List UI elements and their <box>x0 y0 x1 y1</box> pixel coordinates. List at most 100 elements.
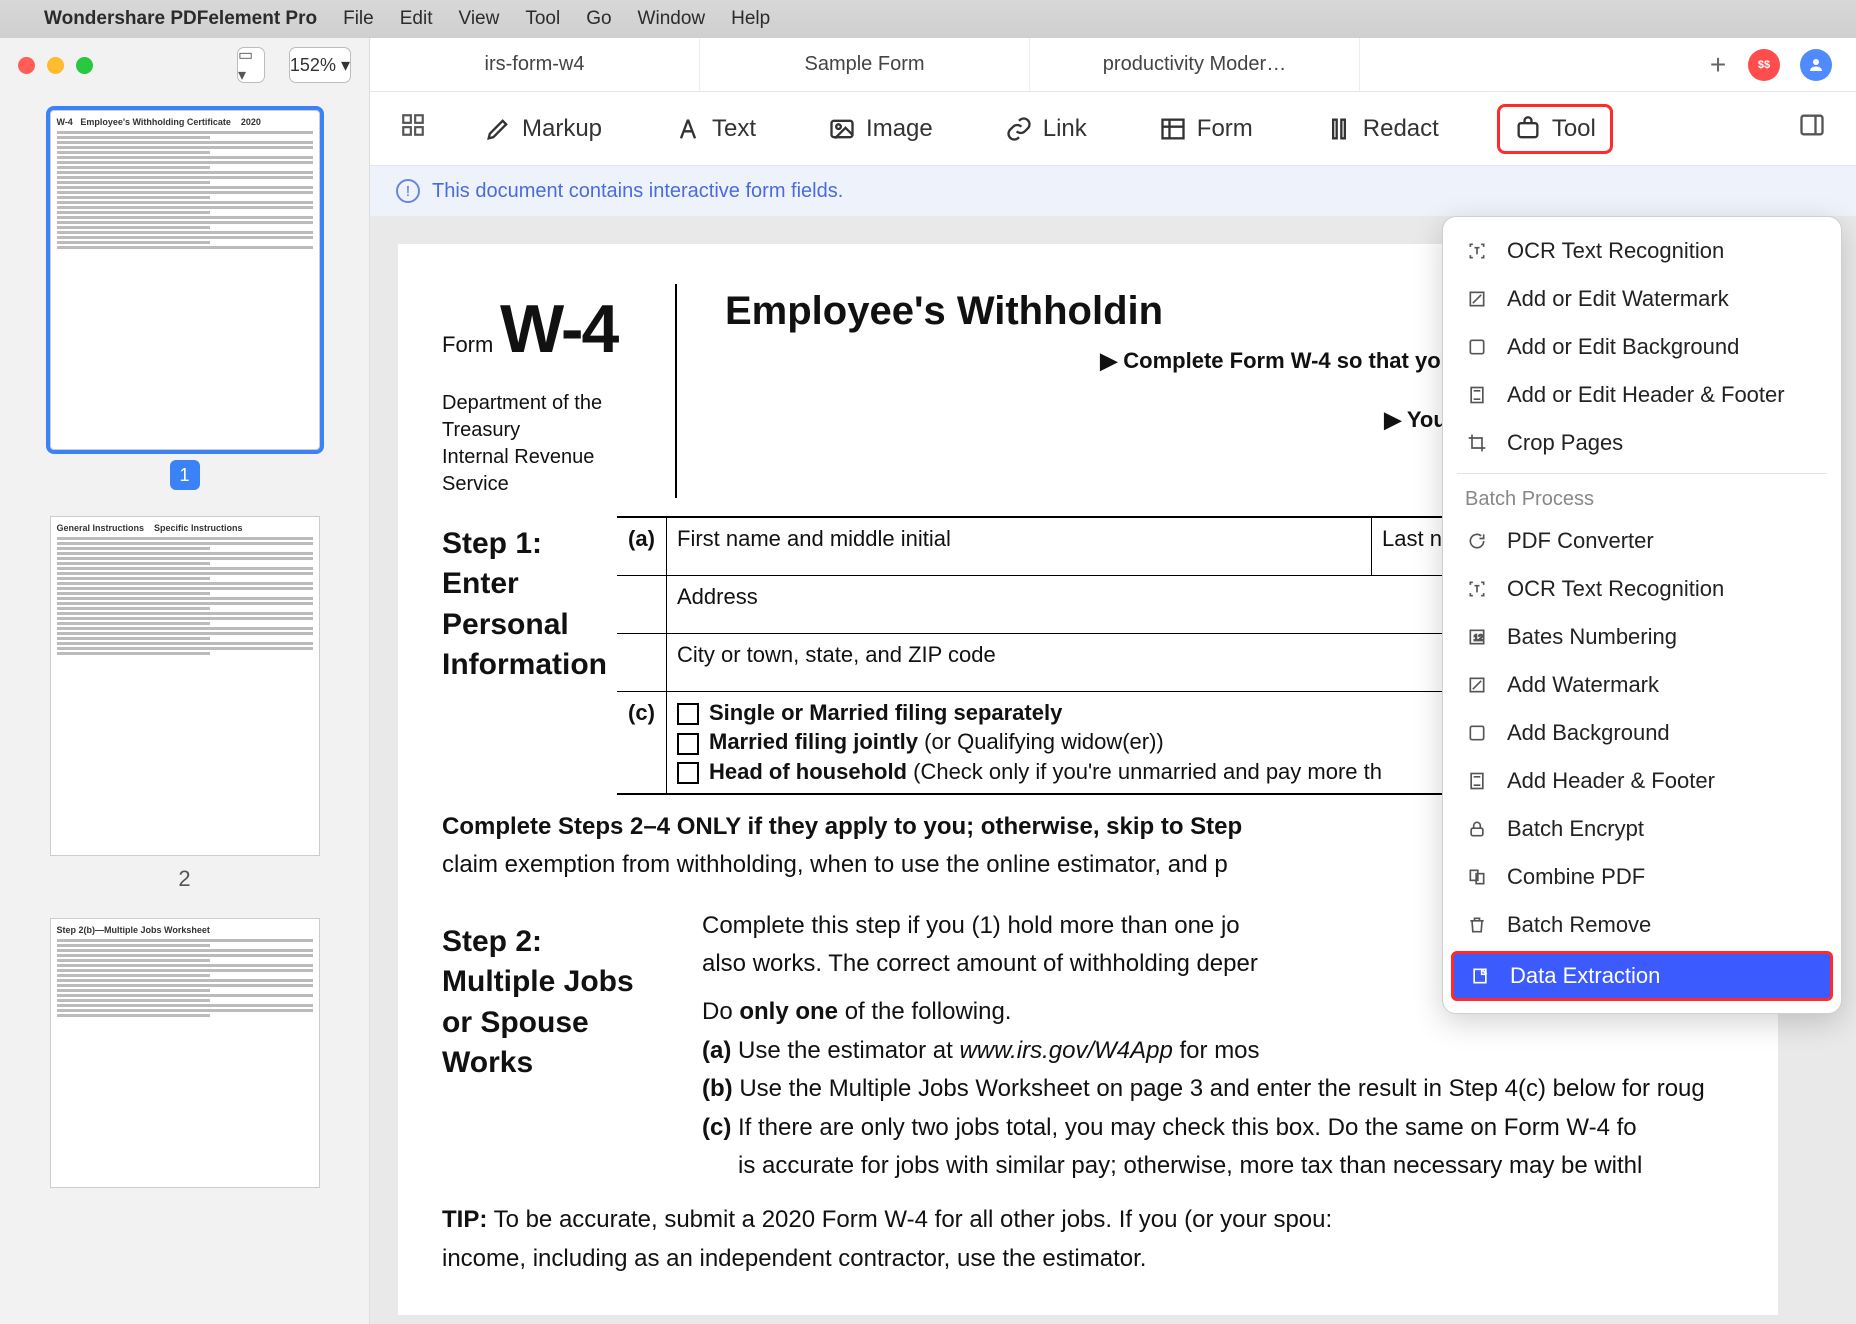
dd-bates[interactable]: 12Bates Numbering <box>1443 613 1841 661</box>
page-number-label: 2 <box>24 866 345 892</box>
menu-edit[interactable]: Edit <box>400 8 433 30</box>
ocr-icon <box>1465 239 1489 263</box>
watermark-icon <box>1465 287 1489 311</box>
maximize-icon[interactable] <box>76 57 93 74</box>
step1-sub1: Enter <box>442 564 617 605</box>
dd-ocr[interactable]: OCR Text Recognition <box>1443 227 1841 275</box>
dd-header-footer[interactable]: Add or Edit Header & Footer <box>1443 371 1841 419</box>
dd-watermark[interactable]: Add or Edit Watermark <box>1443 275 1841 323</box>
watermark-icon <box>1465 673 1489 697</box>
crop-icon <box>1465 431 1489 455</box>
step2-label: Step 2: <box>442 922 702 963</box>
step1-sub3: Information <box>442 645 617 686</box>
new-tab-button[interactable]: + <box>1688 49 1748 81</box>
window-controls: ▭ ▾ 152% ▾ <box>0 38 369 92</box>
tip-para: TIP: To be accurate, submit a 2020 Form … <box>442 1204 1734 1236</box>
zoom-select[interactable]: 152% ▾ <box>289 47 351 83</box>
background-icon <box>1465 335 1489 359</box>
tab-irs-form-w4[interactable]: irs-form-w4 <box>370 38 700 91</box>
menu-go[interactable]: Go <box>586 8 611 30</box>
menu-help[interactable]: Help <box>731 8 770 30</box>
text-button[interactable]: Text <box>660 107 770 151</box>
page-thumbnail-3[interactable]: Step 2(b)—Multiple Jobs Worksheet <box>50 918 320 1188</box>
bates-icon: 12 <box>1465 625 1489 649</box>
dropdown-separator <box>1457 473 1827 474</box>
trash-icon <box>1465 913 1489 937</box>
step2-opt-c2: is accurate for jobs with similar pay; o… <box>702 1150 1734 1182</box>
menu-view[interactable]: View <box>458 8 499 30</box>
background-icon <box>1465 721 1489 745</box>
form-button[interactable]: Form <box>1145 107 1267 151</box>
batch-process-heading: Batch Process <box>1443 480 1841 517</box>
minimize-icon[interactable] <box>47 57 64 74</box>
tab-productivity[interactable]: productivity Moder… <box>1030 38 1360 91</box>
form-label: Form <box>442 332 493 357</box>
tab-sample-form[interactable]: Sample Form <box>700 38 1030 91</box>
link-button[interactable]: Link <box>991 107 1101 151</box>
step2-opt-b: (b) Use the Multiple Jobs Worksheet on p… <box>702 1073 1734 1105</box>
redact-button[interactable]: Redact <box>1311 107 1453 151</box>
macos-menubar: Wondershare PDFelement Pro File Edit Vie… <box>0 0 1856 38</box>
tool-button[interactable]: Tool <box>1497 104 1613 154</box>
dd-ocr-batch[interactable]: OCR Text Recognition <box>1443 565 1841 613</box>
main-toolbar: Markup Text Image Link Form Redact <box>370 92 1856 166</box>
dept-irs: Internal Revenue Service <box>442 444 661 498</box>
sale-badge-icon[interactable]: $$ <box>1748 49 1780 81</box>
page-thumbnail-2[interactable]: General Instructions Specific Instructio… <box>50 516 320 856</box>
right-panel-toggle-icon[interactable] <box>1798 111 1826 146</box>
dept-treasury: Department of the Treasury <box>442 390 661 444</box>
menu-window[interactable]: Window <box>638 8 706 30</box>
page-thumbnail-1[interactable]: W-4 Employee's Withholding Certificate 2… <box>50 110 320 450</box>
header-footer-icon <box>1465 769 1489 793</box>
dd-data-extraction[interactable]: Data Extraction <box>1451 951 1833 1001</box>
step2-sub1: Multiple Jobs <box>442 962 702 1003</box>
panel-toggle-button[interactable]: ▭ ▾ <box>237 47 265 83</box>
step2-sub3: Works <box>442 1043 702 1084</box>
svg-text:12: 12 <box>1474 632 1484 642</box>
dd-add-background[interactable]: Add Background <box>1443 709 1841 757</box>
firstname-field[interactable]: First name and middle initial <box>667 518 1372 575</box>
dd-crop[interactable]: Crop Pages <box>1443 419 1841 467</box>
banner-text: This document contains interactive form … <box>432 180 843 203</box>
markup-button[interactable]: Markup <box>470 107 616 151</box>
menu-tool[interactable]: Tool <box>525 8 560 30</box>
tool-dropdown: OCR Text Recognition Add or Edit Waterma… <box>1442 216 1842 1014</box>
app-name[interactable]: Wondershare PDFelement Pro <box>44 8 317 30</box>
dd-pdf-converter[interactable]: PDF Converter <box>1443 517 1841 565</box>
header-footer-icon <box>1465 383 1489 407</box>
main-area: irs-form-w4 Sample Form productivity Mod… <box>370 38 1856 1324</box>
step2-opt-c: (c) If there are only two jobs total, yo… <box>702 1112 1734 1144</box>
checkbox-head-household[interactable] <box>677 762 699 784</box>
step2-opt-a: (a) Use the estimator at www.irs.gov/W4A… <box>702 1035 1734 1067</box>
step1-sub2: Personal <box>442 605 617 646</box>
dd-add-header-footer[interactable]: Add Header & Footer <box>1443 757 1841 805</box>
converter-icon <box>1465 529 1489 553</box>
cell-a-label: (a) <box>617 518 667 575</box>
w4-title: W-4 <box>500 291 617 367</box>
thumbnail-sidebar: ▭ ▾ 152% ▾ W-4 Employee's Withholding Ce… <box>0 38 370 1324</box>
apps-grid-icon[interactable] <box>400 112 426 145</box>
extract-icon <box>1468 964 1492 988</box>
account-avatar-icon[interactable] <box>1800 49 1832 81</box>
checkbox-single[interactable] <box>677 703 699 725</box>
cell-c-label: (c) <box>617 692 667 793</box>
page-number-badge: 1 <box>170 460 200 490</box>
dd-batch-remove[interactable]: Batch Remove <box>1443 901 1841 949</box>
form-fields-banner: ! This document contains interactive for… <box>370 166 1856 216</box>
step1-label: Step 1: <box>442 524 617 565</box>
info-icon: ! <box>396 179 420 203</box>
tip-para2: income, including as an independent cont… <box>442 1243 1734 1275</box>
document-tab-bar: irs-form-w4 Sample Form productivity Mod… <box>370 38 1856 92</box>
dd-combine-pdf[interactable]: Combine PDF <box>1443 853 1841 901</box>
image-button[interactable]: Image <box>814 107 947 151</box>
dd-batch-encrypt[interactable]: Batch Encrypt <box>1443 805 1841 853</box>
menu-file[interactable]: File <box>343 8 374 30</box>
dd-add-watermark[interactable]: Add Watermark <box>1443 661 1841 709</box>
ocr-icon <box>1465 577 1489 601</box>
checkbox-married-joint[interactable] <box>677 733 699 755</box>
lock-icon <box>1465 817 1489 841</box>
close-icon[interactable] <box>18 57 35 74</box>
combine-icon <box>1465 865 1489 889</box>
step2-sub2: or Spouse <box>442 1003 702 1044</box>
dd-background[interactable]: Add or Edit Background <box>1443 323 1841 371</box>
